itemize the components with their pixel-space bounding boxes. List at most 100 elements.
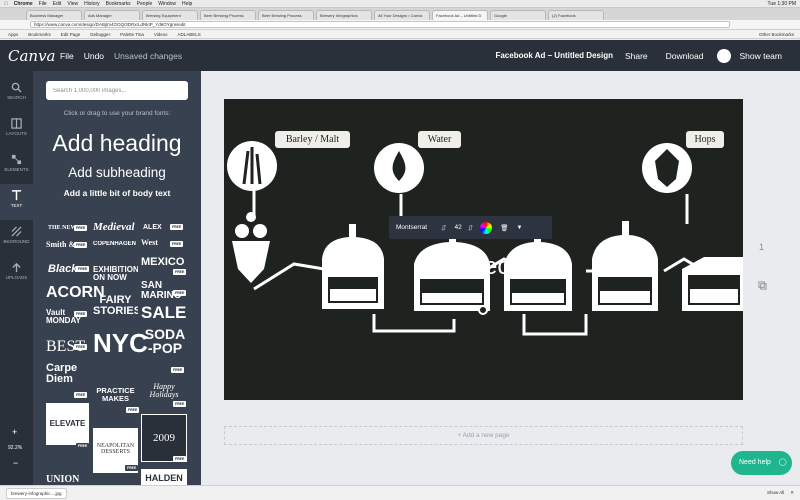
size-dropdown-icon[interactable]: ⇵ — [468, 224, 473, 232]
zoom-out-button[interactable]: − — [13, 458, 18, 468]
menu-people[interactable]: People — [137, 1, 153, 7]
download-button[interactable]: Download — [666, 51, 704, 61]
template-thumbnail[interactable]: Happy Holidays — [145, 383, 183, 399]
template-thumbnail[interactable]: SODA -POP — [141, 327, 189, 355]
template-thumbnail[interactable]: West — [141, 239, 158, 247]
menu-file[interactable]: File — [39, 1, 47, 7]
font-size-field[interactable]: 42 — [455, 224, 462, 231]
copy-page-icon[interactable] — [758, 281, 767, 290]
rail-label: BKGROUND — [3, 239, 30, 244]
browser-tab[interactable]: Brewing Equipment — [142, 10, 198, 20]
bookmark-item[interactable]: Apps — [8, 32, 18, 37]
design-canvas[interactable]: Barley / Malt Water Hops — [224, 99, 743, 400]
template-thumbnail[interactable]: NYC — [93, 330, 148, 356]
free-badge: FREE — [173, 401, 187, 407]
add-body-text-button[interactable]: Add a little bit of body text — [33, 188, 201, 198]
document-title[interactable]: Facebook Ad – Untitled Design — [495, 51, 613, 60]
label-hops[interactable]: Hops — [686, 131, 724, 148]
text-toolbar: Montserrat ⇵ 42 ⇵ 🗑 ▼ — [389, 216, 552, 239]
add-subheading-button[interactable]: Add subheading — [33, 165, 201, 180]
rail-elements[interactable]: ELEMENTS — [0, 148, 33, 184]
menu-history[interactable]: History — [84, 1, 100, 7]
template-card-text: ELEVATE — [49, 419, 86, 428]
show-team-button[interactable]: Show team — [739, 51, 782, 61]
font-dropdown-icon[interactable]: ⇵ — [441, 224, 446, 232]
label-water[interactable]: Water — [418, 131, 461, 148]
rail-uploads[interactable]: UPLOADS — [0, 256, 33, 292]
browser-tab[interactable]: (2) Facebook — [548, 10, 604, 20]
bookmark-item[interactable]: Videos — [154, 32, 168, 37]
bookmark-item[interactable]: Bookmarks — [28, 32, 51, 37]
browser-tab-active[interactable]: Facebook Ad – Untitled D — [432, 10, 488, 20]
color-picker-icon[interactable] — [480, 221, 493, 234]
browser-tab[interactable]: Google — [490, 10, 546, 20]
save-status: Unsaved changes — [114, 50, 183, 61]
template-card-text: NEAPOLITAN DESSERTS — [96, 443, 135, 455]
browser-tab[interactable]: Ads Manager — [84, 10, 140, 20]
file-menu[interactable]: File — [60, 51, 74, 61]
template-thumbnail[interactable]: Medieval — [93, 222, 135, 233]
template-thumbnail[interactable]: EXHIBITION ON NOW — [93, 266, 138, 282]
bookmark-item[interactable]: Debugger — [90, 32, 110, 37]
template-thumbnail[interactable]: FAIRY STORIES — [93, 295, 138, 317]
free-badge: FREE — [74, 242, 88, 248]
text-icon — [11, 190, 22, 201]
menu-chrome[interactable]: Chrome — [14, 1, 33, 7]
download-item[interactable]: brewery-infographic....jpg — [6, 487, 67, 499]
undo-button[interactable]: Undo — [84, 51, 104, 61]
rail-text[interactable]: TEXT — [0, 184, 33, 220]
template-thumbnail[interactable]: ALEX — [143, 224, 162, 231]
template-thumbnail[interactable]: Carpe Diem — [46, 363, 88, 385]
close-icon[interactable]: ✕ — [790, 490, 794, 496]
rail-search[interactable]: SEARCH — [0, 76, 33, 112]
template-thumbnail[interactable]: Black — [48, 264, 77, 275]
text-panel: Click or drag to use your brand fonts: A… — [33, 71, 201, 500]
template-thumbnail[interactable]: PRACTICE MAKES — [93, 387, 138, 402]
add-heading-button[interactable]: Add heading — [33, 130, 201, 157]
bookmark-item[interactable]: Edit Page — [61, 32, 81, 37]
zoom-in-button[interactable]: + — [12, 427, 17, 437]
selected-text-element[interactable]: The Secret — [420, 253, 590, 281]
menu-view[interactable]: View — [67, 1, 78, 7]
free-badge: FREE — [170, 224, 184, 230]
menu-help[interactable]: Help — [182, 1, 192, 7]
apple-icon[interactable]:  — [4, 1, 8, 7]
show-all-downloads[interactable]: Show All — [767, 490, 784, 496]
rail-layouts[interactable]: LAYOUTS — [0, 112, 33, 148]
avatar[interactable] — [717, 48, 732, 63]
bookmark-other[interactable]: Other Bookmarks — [759, 32, 794, 37]
menu-window[interactable]: Window — [158, 1, 176, 7]
template-thumbnail[interactable]: COPENHAGEN — [93, 241, 136, 247]
trash-icon[interactable]: 🗑 — [500, 224, 508, 232]
bookmark-item[interactable]: Palette Tina — [120, 32, 144, 37]
rail-label: UPLOADS — [5, 275, 28, 280]
share-button[interactable]: Share — [625, 51, 648, 61]
need-help-button[interactable]: Need help ◯ — [731, 451, 792, 475]
browser-tab[interactable]: Business Manager — [26, 10, 82, 20]
more-options-icon[interactable]: ▼ — [516, 225, 522, 231]
menu-edit[interactable]: Edit — [53, 1, 62, 7]
template-thumbnail[interactable]: SALE — [141, 304, 186, 321]
template-thumbnail[interactable]: Smith & — [46, 241, 75, 249]
bookmark-item[interactable]: ADLABELS — [178, 32, 201, 37]
menu-bookmarks[interactable]: Bookmarks — [106, 1, 131, 7]
template-thumbnail[interactable]: UNION — [46, 475, 79, 485]
rail-label: TEXT — [10, 203, 23, 208]
image-search-input[interactable] — [46, 81, 188, 100]
rail-background[interactable]: BKGROUND — [0, 220, 33, 256]
browser-tab[interactable]: Beer Brewing Process — [200, 10, 256, 20]
url-field[interactable]: https://www.canva.com/design/DABjtm4OOQ/… — [30, 21, 730, 28]
browser-tab[interactable]: Brewery Infographics — [316, 10, 372, 20]
label-barley[interactable]: Barley / Malt — [275, 131, 350, 148]
free-badge: FREE — [76, 266, 90, 272]
browser-tab[interactable]: All Your Designs • Canva — [374, 10, 430, 20]
add-page-button[interactable]: + Add a new page — [224, 426, 743, 445]
template-card[interactable]: ELEVATE — [46, 403, 89, 445]
template-thumbnail[interactable]: THE NEW — [48, 225, 77, 231]
canva-logo[interactable]: Canva — [8, 47, 56, 65]
font-selector[interactable]: Montserrat — [396, 224, 427, 231]
browser-tab[interactable]: Beer Brewing Process — [258, 10, 314, 20]
bookmarks-bar: Apps Bookmarks Edit Page Debugger Palett… — [0, 30, 800, 39]
template-thumbnail[interactable]: MEXICO — [141, 257, 184, 268]
template-card[interactable]: 2009 — [141, 414, 187, 462]
